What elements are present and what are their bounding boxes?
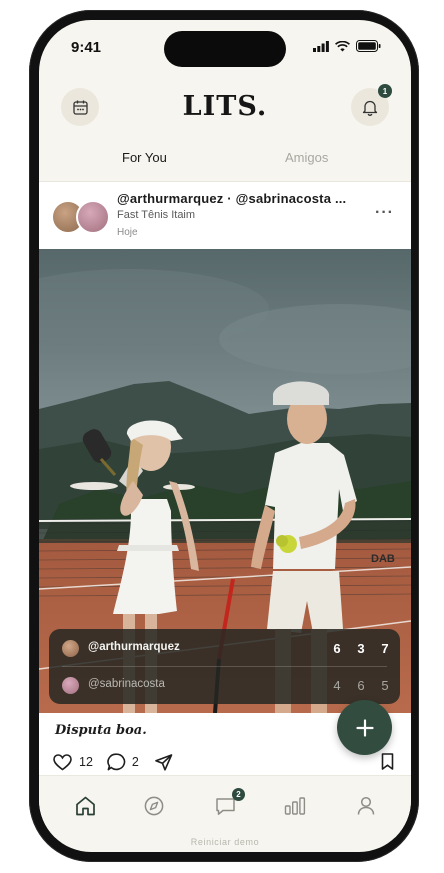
post-caption: Disputa boa. bbox=[55, 723, 147, 738]
plus-icon bbox=[355, 718, 374, 737]
set-score: 4 bbox=[333, 678, 341, 693]
user-icon bbox=[357, 796, 375, 815]
bookmark-icon bbox=[381, 753, 394, 770]
match-scoreboard: @arthurmarquez 6 3 7 @sabrinacosta 4 6 5 bbox=[49, 629, 400, 704]
score-player-name: @sabrinacosta bbox=[88, 678, 165, 690]
set-score: 6 bbox=[333, 641, 341, 656]
compass-icon bbox=[144, 796, 164, 816]
chat-icon bbox=[215, 797, 235, 815]
signal-icon bbox=[313, 40, 329, 52]
tab-amigos[interactable]: Amigos bbox=[285, 150, 328, 165]
share-button[interactable] bbox=[155, 753, 173, 771]
post-actions: 12 2 bbox=[53, 751, 173, 773]
tab-for-you[interactable]: For You bbox=[122, 150, 167, 165]
post-header: @arthurmarquez · @sabrinacosta ... Fast … bbox=[39, 182, 411, 249]
likes-count: 12 bbox=[79, 755, 93, 769]
avatar bbox=[62, 640, 79, 657]
avatar bbox=[62, 677, 79, 694]
svg-text:DAB: DAB bbox=[371, 553, 395, 565]
add-post-button[interactable] bbox=[337, 700, 392, 755]
bell-icon bbox=[362, 100, 378, 116]
score-row: @arthurmarquez 6 3 7 bbox=[49, 630, 400, 667]
set-score: 6 bbox=[357, 678, 365, 693]
nav-profile[interactable] bbox=[352, 792, 380, 820]
home-icon bbox=[75, 796, 95, 816]
set-score: 5 bbox=[381, 678, 389, 693]
notification-badge: 1 bbox=[378, 84, 392, 98]
status-icons bbox=[313, 40, 381, 52]
bookmark-button[interactable] bbox=[381, 753, 394, 775]
bottom-navigation: 2 bbox=[39, 775, 411, 838]
nav-home[interactable] bbox=[71, 792, 99, 820]
post-time: Hoje bbox=[117, 227, 138, 238]
nav-explore[interactable] bbox=[140, 792, 168, 820]
post-location: Fast Tênis Itaim bbox=[117, 209, 196, 221]
score-player-name: @arthurmarquez bbox=[88, 641, 180, 653]
post-photo[interactable]: DAB @arthurmarquez 6 3 7 @sabrinacosta 4… bbox=[39, 249, 411, 713]
dynamic-island bbox=[164, 31, 286, 67]
wifi-icon bbox=[335, 40, 350, 51]
comments-count: 2 bbox=[131, 755, 139, 769]
nav-messages[interactable]: 2 bbox=[211, 788, 245, 820]
notifications-button[interactable]: 1 bbox=[351, 84, 392, 126]
post-users[interactable]: @arthurmarquez · @sabrinacosta ... bbox=[117, 191, 346, 206]
more-options-icon[interactable]: ··· bbox=[375, 204, 394, 222]
feed-tabs: For You Amigos bbox=[39, 142, 411, 182]
heart-icon bbox=[53, 753, 72, 770]
messages-badge: 2 bbox=[232, 788, 245, 801]
send-icon bbox=[155, 753, 173, 771]
battery-icon bbox=[356, 40, 381, 52]
nav-stats[interactable] bbox=[281, 792, 309, 820]
set-score: 7 bbox=[381, 641, 389, 656]
like-button[interactable]: 12 bbox=[53, 753, 93, 771]
score-row: @sabrinacosta 4 6 5 bbox=[49, 667, 400, 704]
status-time: 9:41 bbox=[71, 39, 102, 56]
set-score: 3 bbox=[357, 641, 365, 656]
comment-button[interactable]: 2 bbox=[107, 753, 139, 771]
avatar[interactable] bbox=[76, 200, 110, 234]
comment-icon bbox=[107, 753, 126, 771]
app-screen: 9:41 LITS. 1 For You Amigos @arthurmarqu… bbox=[39, 20, 411, 852]
restart-demo-link[interactable]: Reiniciar demo bbox=[39, 837, 411, 847]
bar-chart-icon bbox=[284, 797, 306, 815]
